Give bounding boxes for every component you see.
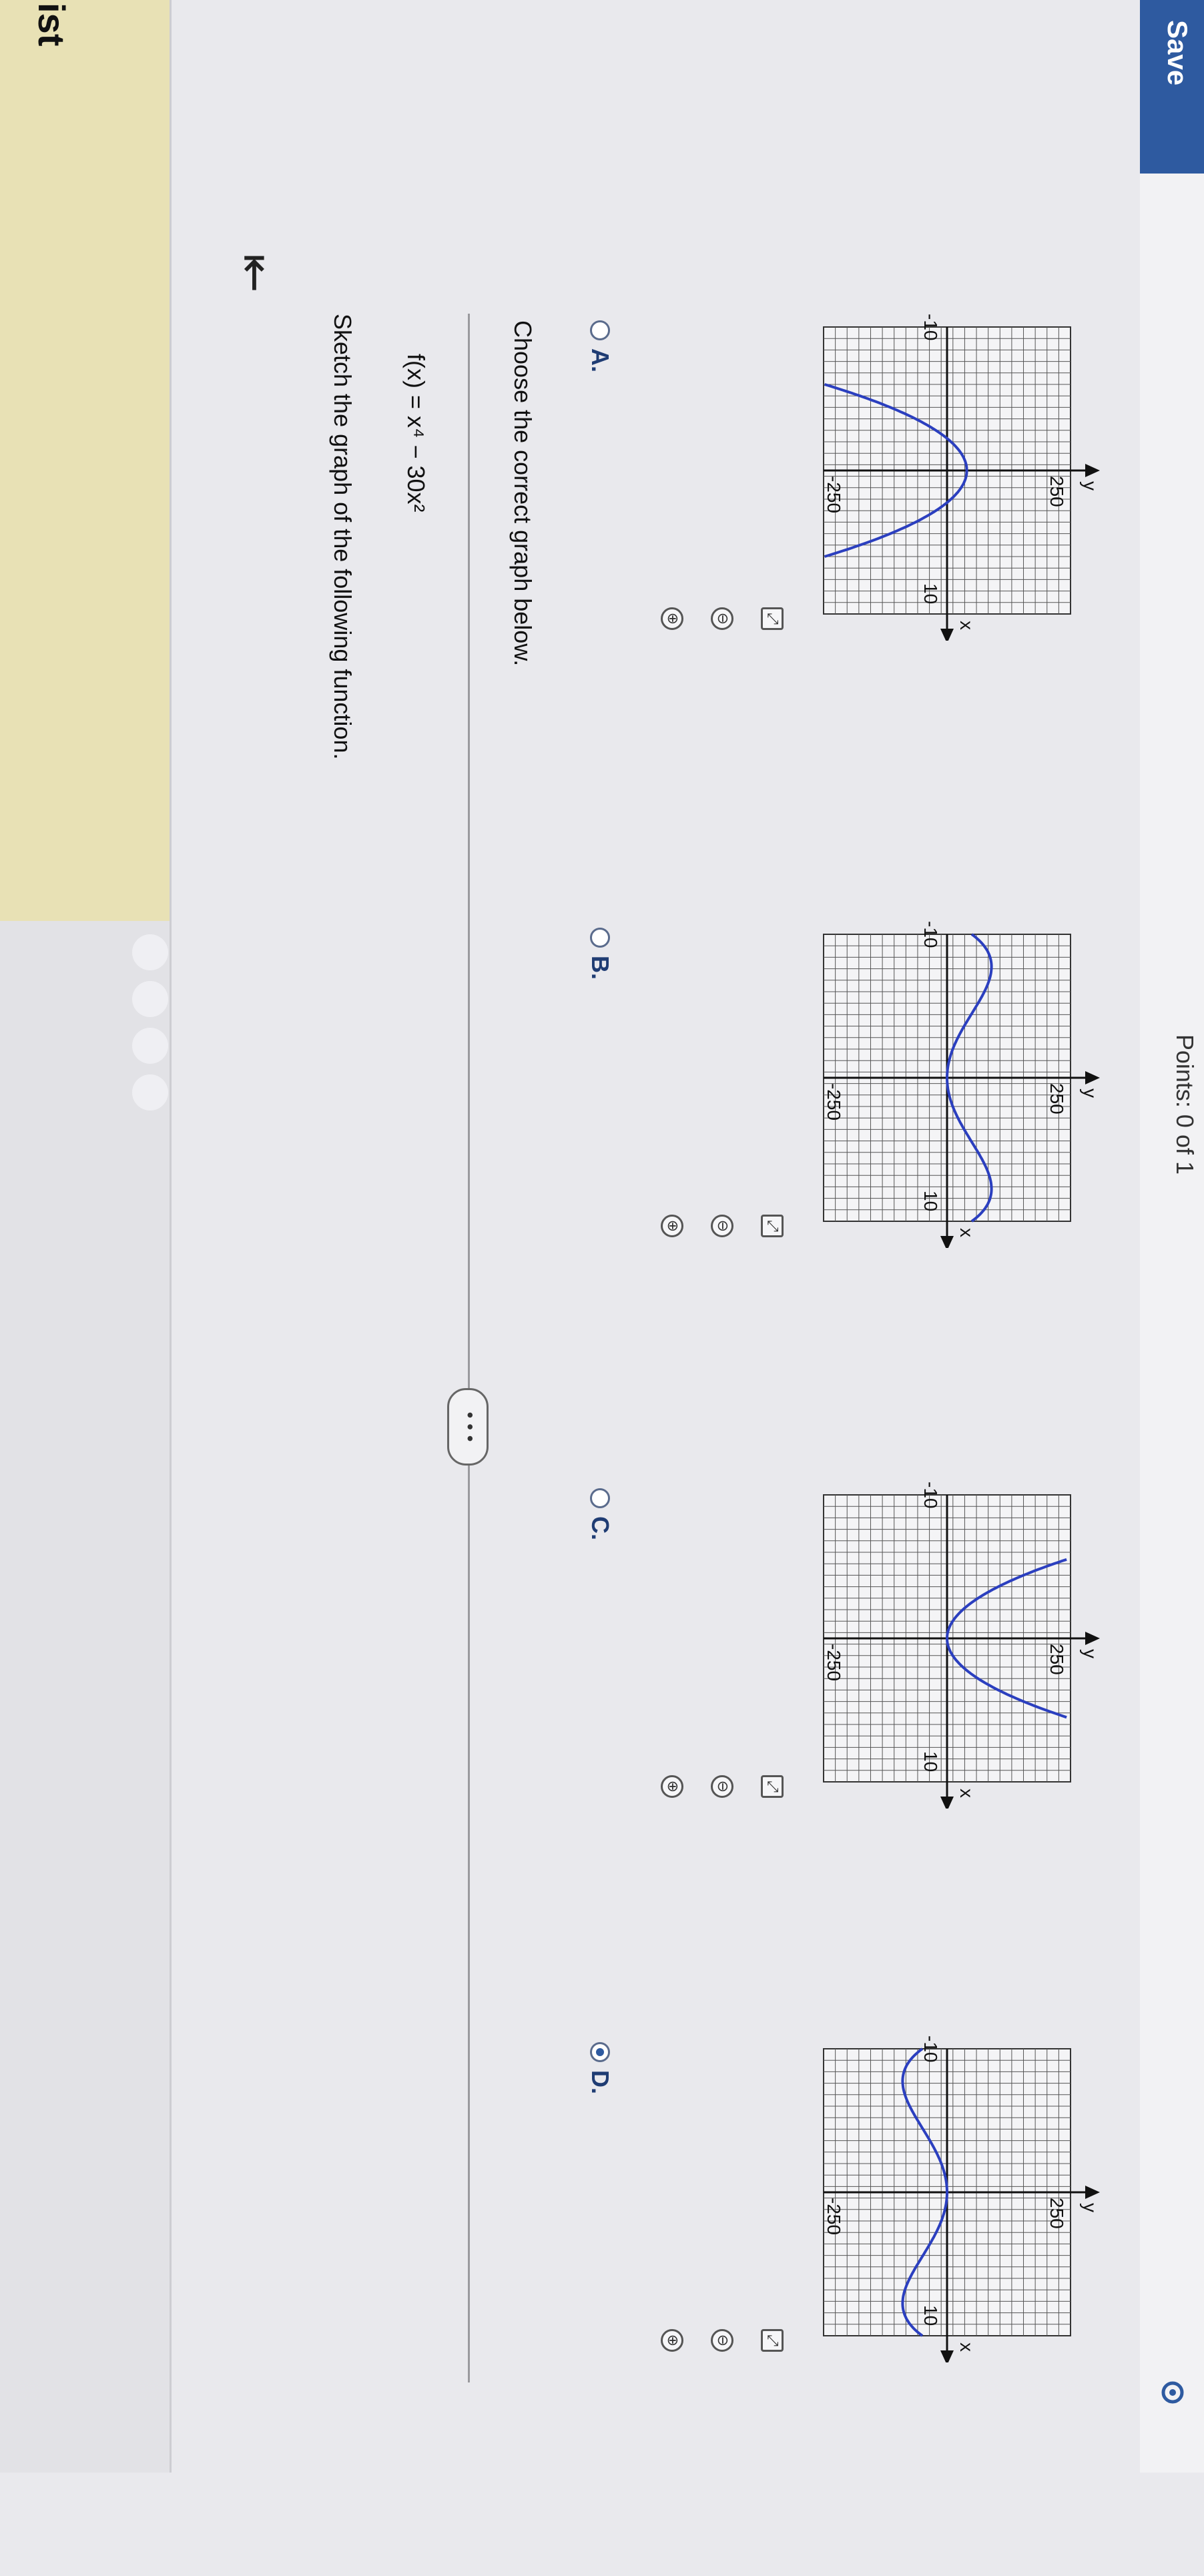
answer-option-a[interactable]: A. ⊕ ⊖ ⤢ y x 250 -250 -10 10 (537, 314, 1204, 854)
axis-label-ymin: -250 (824, 476, 844, 513)
axis-label-x: x (956, 1228, 977, 1237)
left-panel: ist (0, 0, 172, 2473)
option-label: C. (587, 1516, 614, 1540)
y-axis-arrow-icon (1085, 2186, 1100, 2199)
zoom-in-icon[interactable]: ⊕ (661, 1775, 683, 1798)
graph-d: y x 250 -250 -10 10 (823, 2035, 1101, 2362)
axis-label-ymin: -250 (824, 1644, 844, 1681)
x-axis-arrow-icon (940, 629, 954, 641)
sidebar-title: ist (31, 3, 73, 47)
axis-label-y: y (1080, 1088, 1101, 1098)
radio-button[interactable] (590, 928, 610, 948)
axis-label-ymin: -250 (824, 2198, 844, 2235)
axis-label-ymax: 250 (1046, 1644, 1067, 1675)
axis-label-ymax: 250 (1046, 1083, 1067, 1114)
divider (468, 314, 470, 2382)
more-button[interactable]: • • • (447, 1388, 489, 1466)
axis-label-x: x (956, 2342, 977, 2352)
instruction-text: Choose the correct graph below. (509, 320, 537, 667)
y-axis-arrow-icon (1085, 1071, 1100, 1084)
radio-button[interactable] (590, 320, 610, 340)
axis-label-x: x (956, 1789, 977, 1798)
x-axis-arrow-icon (940, 1797, 954, 1809)
answer-option-b[interactable]: B. ⊕ ⊖ ⤢ y x 250 -250 -10 10 (537, 921, 1204, 1462)
question-prompt: Sketch the graph of the following functi… (329, 314, 356, 760)
zoom-out-icon[interactable]: ⊖ (711, 607, 733, 630)
axis-label-ymax: 250 (1046, 2198, 1067, 2229)
axis-label-y: y (1080, 2203, 1101, 2212)
axis-label-ymin: -250 (824, 1083, 844, 1120)
axis-label-xmin: -10 (920, 921, 941, 948)
axis-label-y: y (1080, 1649, 1101, 1658)
y-axis-arrow-icon (1085, 1632, 1100, 1645)
answer-option-c[interactable]: C. ⊕ ⊖ ⤢ y x 250 -250 -10 10 (537, 1482, 1204, 2022)
axis-label-xmax: 10 (920, 2305, 941, 2326)
axis-label-xmax: 10 (920, 1191, 941, 1211)
zoom-out-icon[interactable]: ⊖ (711, 1215, 733, 1237)
zoom-in-icon[interactable]: ⊕ (661, 1215, 683, 1237)
back-arrow-icon[interactable]: ⇤ (230, 254, 283, 307)
question-content: ⇤ Sketch the graph of the following func… (230, 0, 1204, 2473)
option-label: D. (587, 2070, 614, 2094)
sidebar-dot (132, 934, 168, 970)
axis-label-xmax: 10 (920, 1751, 941, 1772)
zoom-in-icon[interactable]: ⊕ (661, 607, 683, 630)
y-axis-arrow-icon (1085, 464, 1100, 477)
sidebar-highlight (0, 0, 170, 921)
axis-label-xmin: -10 (920, 2035, 941, 2062)
x-axis-arrow-icon (940, 1236, 954, 1248)
fullscreen-icon[interactable]: ⤢ (761, 1215, 784, 1237)
axis-label-xmax: 10 (920, 583, 941, 604)
axis-label-ymax: 250 (1046, 476, 1067, 507)
graph-b: y x 250 -250 -10 10 (823, 921, 1101, 1248)
graph-a: y x 250 -250 -10 10 (823, 314, 1101, 641)
fullscreen-icon[interactable]: ⤢ (761, 2329, 784, 2352)
fullscreen-icon[interactable]: ⤢ (761, 1775, 784, 1798)
zoom-out-icon[interactable]: ⊖ (711, 2329, 733, 2352)
sidebar-dot (132, 1028, 168, 1064)
radio-button[interactable] (590, 2042, 610, 2062)
graph-c: y x 250 -250 -10 10 (823, 1482, 1101, 1809)
answer-option-d[interactable]: D. ⊕ ⊖ ⤢ y x 250 -250 -10 10 (537, 2035, 1204, 2576)
sidebar-dot (132, 981, 168, 1017)
option-label: A. (587, 348, 614, 372)
fullscreen-icon[interactable]: ⤢ (761, 607, 784, 630)
radio-button[interactable] (590, 1488, 610, 1508)
axis-label-y: y (1080, 481, 1101, 491)
sidebar-dot (132, 1074, 168, 1110)
zoom-in-icon[interactable]: ⊕ (661, 2329, 683, 2352)
zoom-out-icon[interactable]: ⊖ (711, 1775, 733, 1798)
axis-label-xmin: -10 (920, 1482, 941, 1508)
x-axis-arrow-icon (940, 2350, 954, 2362)
axis-label-x: x (956, 621, 977, 630)
function-expression: f(x) = x⁴ − 30x² (402, 354, 430, 513)
option-label: B. (587, 956, 614, 980)
axis-label-xmin: -10 (920, 314, 941, 340)
